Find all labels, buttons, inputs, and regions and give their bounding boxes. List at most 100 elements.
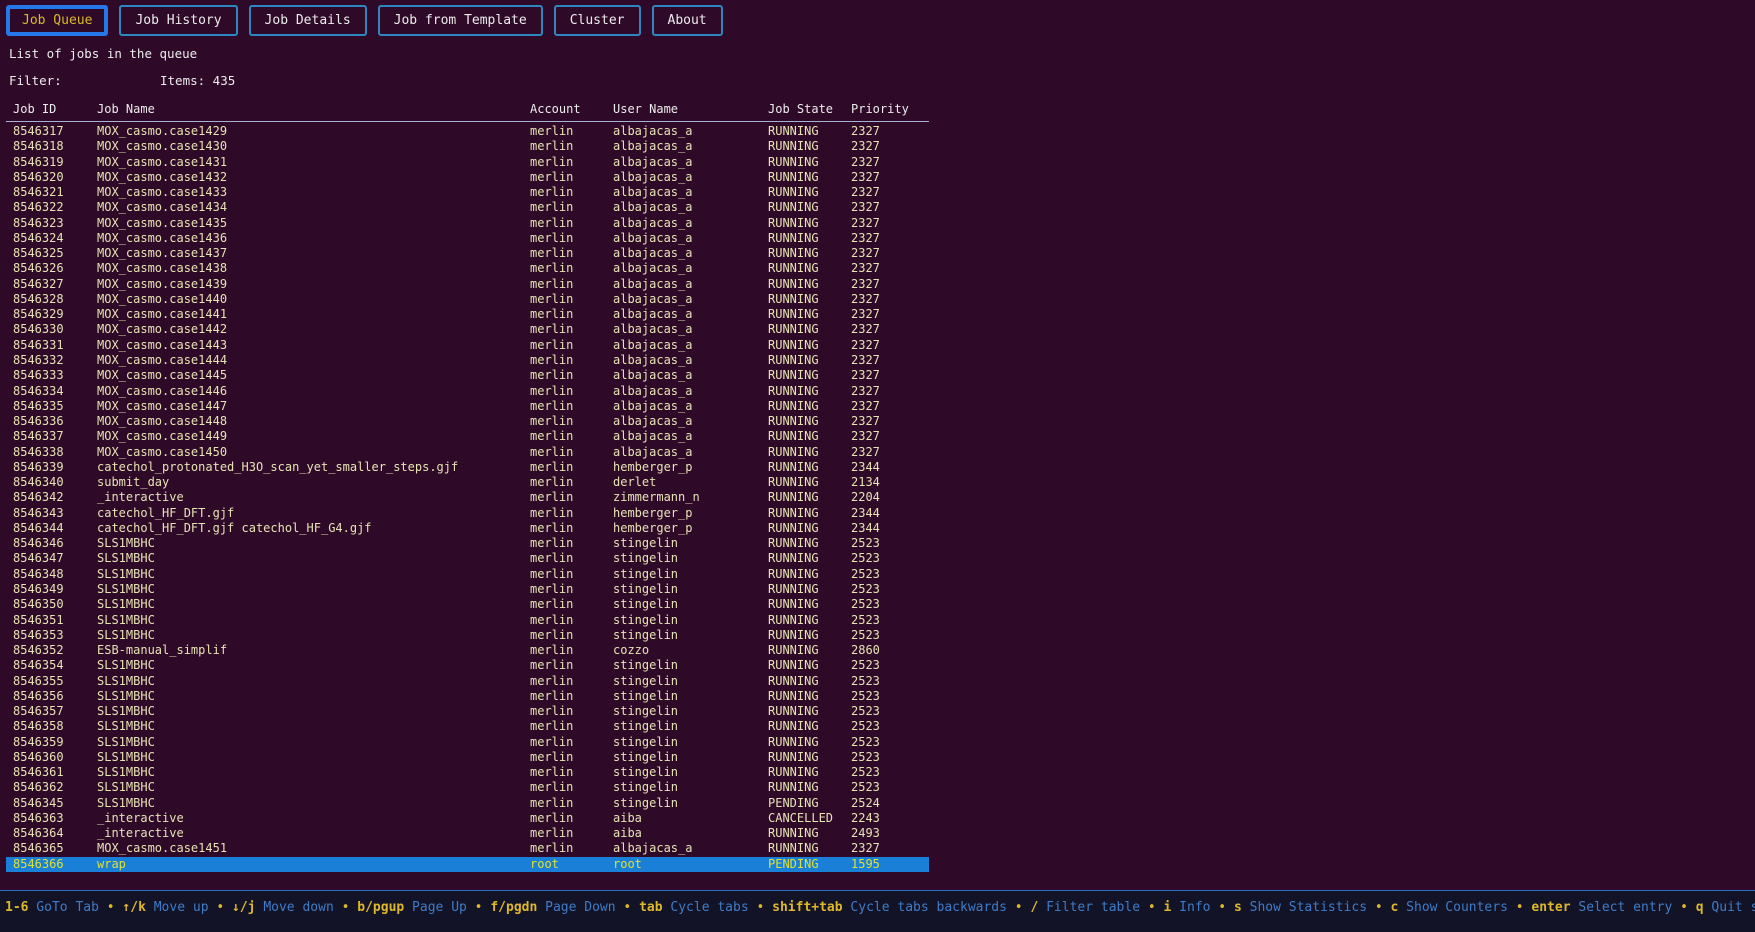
table-row[interactable]: 8546363_interactivemerlinaibaCANCELLED22…: [6, 811, 929, 826]
table-row[interactable]: 8546329MOX_casmo.case1441merlinalbajacas…: [6, 307, 929, 322]
tab-about[interactable]: About: [652, 5, 723, 36]
table-row[interactable]: 8546321MOX_casmo.case1433merlinalbajacas…: [6, 185, 929, 200]
cell-job-id: 8546361: [13, 765, 97, 780]
cell-job-state: RUNNING: [768, 261, 851, 276]
table-row[interactable]: 8546364_interactivemerlinaibaRUNNING2493: [6, 826, 929, 841]
cell-job-id: 8546333: [13, 368, 97, 383]
cell-priority: 2134: [851, 475, 929, 490]
table-row[interactable]: 8546327MOX_casmo.case1439merlinalbajacas…: [6, 277, 929, 292]
keybinding-key: ↓/j: [232, 900, 255, 915]
keybinding-description: Page Up: [404, 900, 467, 915]
table-row[interactable]: 8546325MOX_casmo.case1437merlinalbajacas…: [6, 246, 929, 261]
table-row[interactable]: 8546318MOX_casmo.case1430merlinalbajacas…: [6, 139, 929, 154]
cell-job-state: RUNNING: [768, 704, 851, 719]
table-row[interactable]: 8546343catechol_HF_DFT.gjfmerlinhemberge…: [6, 506, 929, 521]
cell-user-name: stingelin: [613, 658, 768, 673]
cell-job-state: RUNNING: [768, 216, 851, 231]
cell-priority: 2327: [851, 246, 929, 261]
table-row[interactable]: 8546353SLS1MBHCmerlinstingelinRUNNING252…: [6, 628, 929, 643]
table-row[interactable]: 8546332MOX_casmo.case1444merlinalbajacas…: [6, 353, 929, 368]
cell-job-name: SLS1MBHC: [97, 719, 530, 734]
table-row[interactable]: 8546334MOX_casmo.case1446merlinalbajacas…: [6, 384, 929, 399]
cell-account: merlin: [530, 384, 613, 399]
cell-job-id: 8546322: [13, 200, 97, 215]
table-row[interactable]: 8546366wraprootrootPENDING1595: [6, 857, 929, 872]
table-row[interactable]: 8546348SLS1MBHCmerlinstingelinRUNNING252…: [6, 567, 929, 582]
cell-job-id: 8546366: [13, 857, 97, 872]
cell-user-name: albajacas_a: [613, 246, 768, 261]
table-row[interactable]: 8546351SLS1MBHCmerlinstingelinRUNNING252…: [6, 613, 929, 628]
table-row[interactable]: 8546355SLS1MBHCmerlinstingelinRUNNING252…: [6, 674, 929, 689]
table-row[interactable]: 8546362SLS1MBHCmerlinstingelinRUNNING252…: [6, 780, 929, 795]
table-row[interactable]: 8546344catechol_HF_DFT.gjf catechol_HF_G…: [6, 521, 929, 536]
cell-job-state: RUNNING: [768, 597, 851, 612]
tab-job-history[interactable]: Job History: [119, 5, 237, 36]
table-row[interactable]: 8546319MOX_casmo.case1431merlinalbajacas…: [6, 155, 929, 170]
table-row[interactable]: 8546330MOX_casmo.case1442merlinalbajacas…: [6, 322, 929, 337]
table-row[interactable]: 8546337MOX_casmo.case1449merlinalbajacas…: [6, 429, 929, 444]
cell-account: merlin: [530, 613, 613, 628]
table-row[interactable]: 8546336MOX_casmo.case1448merlinalbajacas…: [6, 414, 929, 429]
cell-account: merlin: [530, 216, 613, 231]
table-row[interactable]: 8546342_interactivemerlinzimmermann_nRUN…: [6, 490, 929, 505]
keybinding-separator: •: [1367, 900, 1390, 915]
table-row[interactable]: 8546346SLS1MBHCmerlinstingelinRUNNING252…: [6, 536, 929, 551]
cell-user-name: albajacas_a: [613, 399, 768, 414]
table-row[interactable]: 8546352ESB-manual_simplifmerlincozzoRUNN…: [6, 643, 929, 658]
table-row[interactable]: 8546358SLS1MBHCmerlinstingelinRUNNING252…: [6, 719, 929, 734]
cell-job-id: 8546342: [13, 490, 97, 505]
table-row[interactable]: 8546317MOX_casmo.case1429merlinalbajacas…: [6, 124, 929, 139]
tab-job-details[interactable]: Job Details: [249, 5, 367, 36]
cell-job-state: RUNNING: [768, 567, 851, 582]
cell-user-name: albajacas_a: [613, 292, 768, 307]
cell-job-state: RUNNING: [768, 735, 851, 750]
cell-priority: 2327: [851, 384, 929, 399]
table-row[interactable]: 8546349SLS1MBHCmerlinstingelinRUNNING252…: [6, 582, 929, 597]
table-row[interactable]: 8546326MOX_casmo.case1438merlinalbajacas…: [6, 261, 929, 276]
table-row[interactable]: 8546324MOX_casmo.case1436merlinalbajacas…: [6, 231, 929, 246]
table-row[interactable]: 8546345SLS1MBHCmerlinstingelinPENDING252…: [6, 796, 929, 811]
cell-job-id: 8546363: [13, 811, 97, 826]
table-row[interactable]: 8546339catechol_protonated_H3O_scan_yet_…: [6, 460, 929, 475]
tab-bar: Job Queue Job History Job Details Job from …: [6, 5, 723, 36]
cell-priority: 2327: [851, 292, 929, 307]
cell-job-name: MOX_casmo.case1440: [97, 292, 530, 307]
table-row[interactable]: 8546347SLS1MBHCmerlinstingelinRUNNING252…: [6, 551, 929, 566]
tab-job-queue[interactable]: Job Queue: [6, 5, 108, 36]
cell-job-name: catechol_HF_DFT.gjf catechol_HF_G4.gjf: [97, 521, 530, 536]
cell-account: merlin: [530, 841, 613, 856]
table-row[interactable]: 8546322MOX_casmo.case1434merlinalbajacas…: [6, 200, 929, 215]
cell-job-name: MOX_casmo.case1437: [97, 246, 530, 261]
table-row[interactable]: 8546350SLS1MBHCmerlinstingelinRUNNING252…: [6, 597, 929, 612]
table-row[interactable]: 8546331MOX_casmo.case1443merlinalbajacas…: [6, 338, 929, 353]
table-row[interactable]: 8546333MOX_casmo.case1445merlinalbajacas…: [6, 368, 929, 383]
table-row[interactable]: 8546320MOX_casmo.case1432merlinalbajacas…: [6, 170, 929, 185]
cell-account: merlin: [530, 322, 613, 337]
table-row[interactable]: 8546338MOX_casmo.case1450merlinalbajacas…: [6, 445, 929, 460]
table-row[interactable]: 8546359SLS1MBHCmerlinstingelinRUNNING252…: [6, 735, 929, 750]
keybinding-description: Move up: [146, 900, 209, 915]
table-row[interactable]: 8546360SLS1MBHCmerlinstingelinRUNNING252…: [6, 750, 929, 765]
cell-account: merlin: [530, 536, 613, 551]
tab-cluster[interactable]: Cluster: [554, 5, 641, 36]
cell-job-id: 8546336: [13, 414, 97, 429]
table-row[interactable]: 8546356SLS1MBHCmerlinstingelinRUNNING252…: [6, 689, 929, 704]
tab-job-from-template[interactable]: Job from Template: [378, 5, 543, 36]
table-row[interactable]: 8546354SLS1MBHCmerlinstingelinRUNNING252…: [6, 658, 929, 673]
cell-job-state: RUNNING: [768, 658, 851, 673]
cell-account: merlin: [530, 429, 613, 444]
cell-priority: 2523: [851, 719, 929, 734]
cell-job-state: RUNNING: [768, 521, 851, 536]
table-row[interactable]: 8546340submit_daymerlinderletRUNNING2134: [6, 475, 929, 490]
cell-job-state: RUNNING: [768, 292, 851, 307]
table-row[interactable]: 8546323MOX_casmo.case1435merlinalbajacas…: [6, 216, 929, 231]
cell-user-name: stingelin: [613, 674, 768, 689]
table-row[interactable]: 8546357SLS1MBHCmerlinstingelinRUNNING252…: [6, 704, 929, 719]
table-row[interactable]: 8546365MOX_casmo.case1451merlinalbajacas…: [6, 841, 929, 856]
table-row[interactable]: 8546335MOX_casmo.case1447merlinalbajacas…: [6, 399, 929, 414]
table-row[interactable]: 8546328MOX_casmo.case1440merlinalbajacas…: [6, 292, 929, 307]
cell-user-name: albajacas_a: [613, 170, 768, 185]
cell-job-name: SLS1MBHC: [97, 780, 530, 795]
table-row[interactable]: 8546361SLS1MBHCmerlinstingelinRUNNING252…: [6, 765, 929, 780]
cell-priority: 2523: [851, 750, 929, 765]
